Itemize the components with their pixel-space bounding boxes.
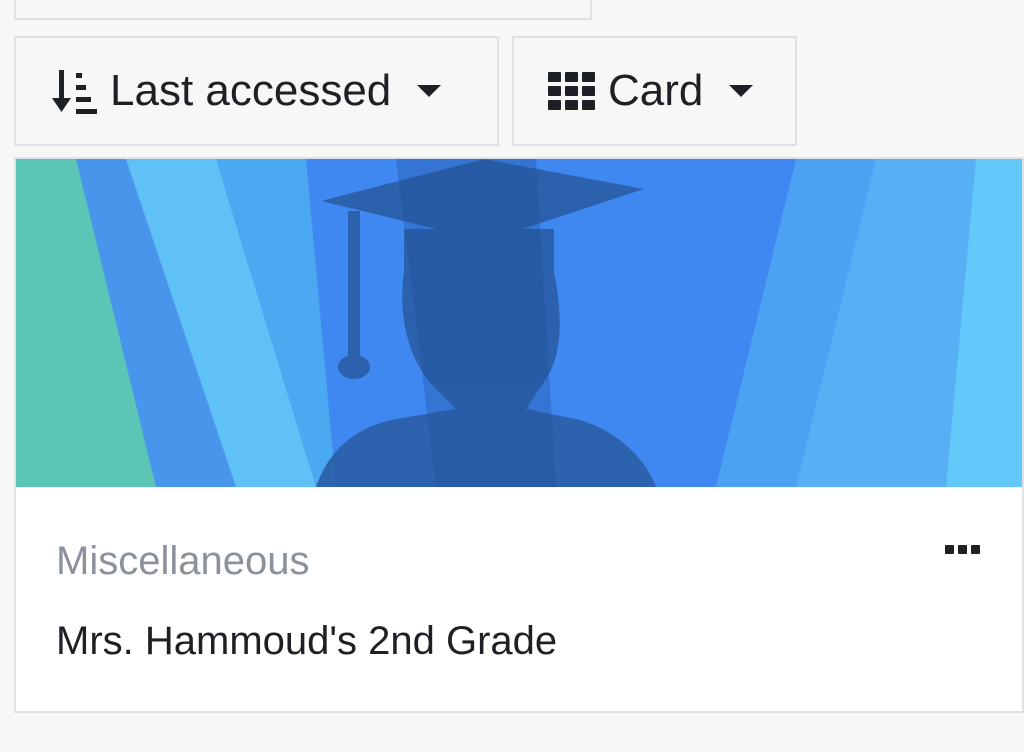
view-dropdown[interactable]: Card <box>512 36 797 146</box>
view-label: Card <box>608 66 704 115</box>
course-name-link[interactable]: Mrs. Hammoud's 2nd Grade <box>56 619 557 664</box>
menu-dot <box>945 545 954 554</box>
sort-label: Last accessed <box>110 66 392 115</box>
course-card[interactable]: Miscellaneous Mrs. Hammoud's 2nd Grade <box>14 157 1024 713</box>
chevron-down-icon <box>729 85 754 97</box>
sort-dropdown[interactable]: Last accessed <box>14 36 499 146</box>
course-image[interactable] <box>16 159 1022 487</box>
card-body: Miscellaneous Mrs. Hammoud's 2nd Grade <box>16 487 1022 711</box>
ellipsis-icon[interactable] <box>943 543 982 556</box>
sort-amount-icon <box>52 67 98 115</box>
search-input[interactable] <box>14 0 592 20</box>
grid-icon <box>548 72 596 110</box>
menu-dot <box>971 545 980 554</box>
chevron-down-icon <box>417 85 442 97</box>
menu-dot <box>958 545 967 554</box>
course-category: Miscellaneous <box>56 539 310 583</box>
